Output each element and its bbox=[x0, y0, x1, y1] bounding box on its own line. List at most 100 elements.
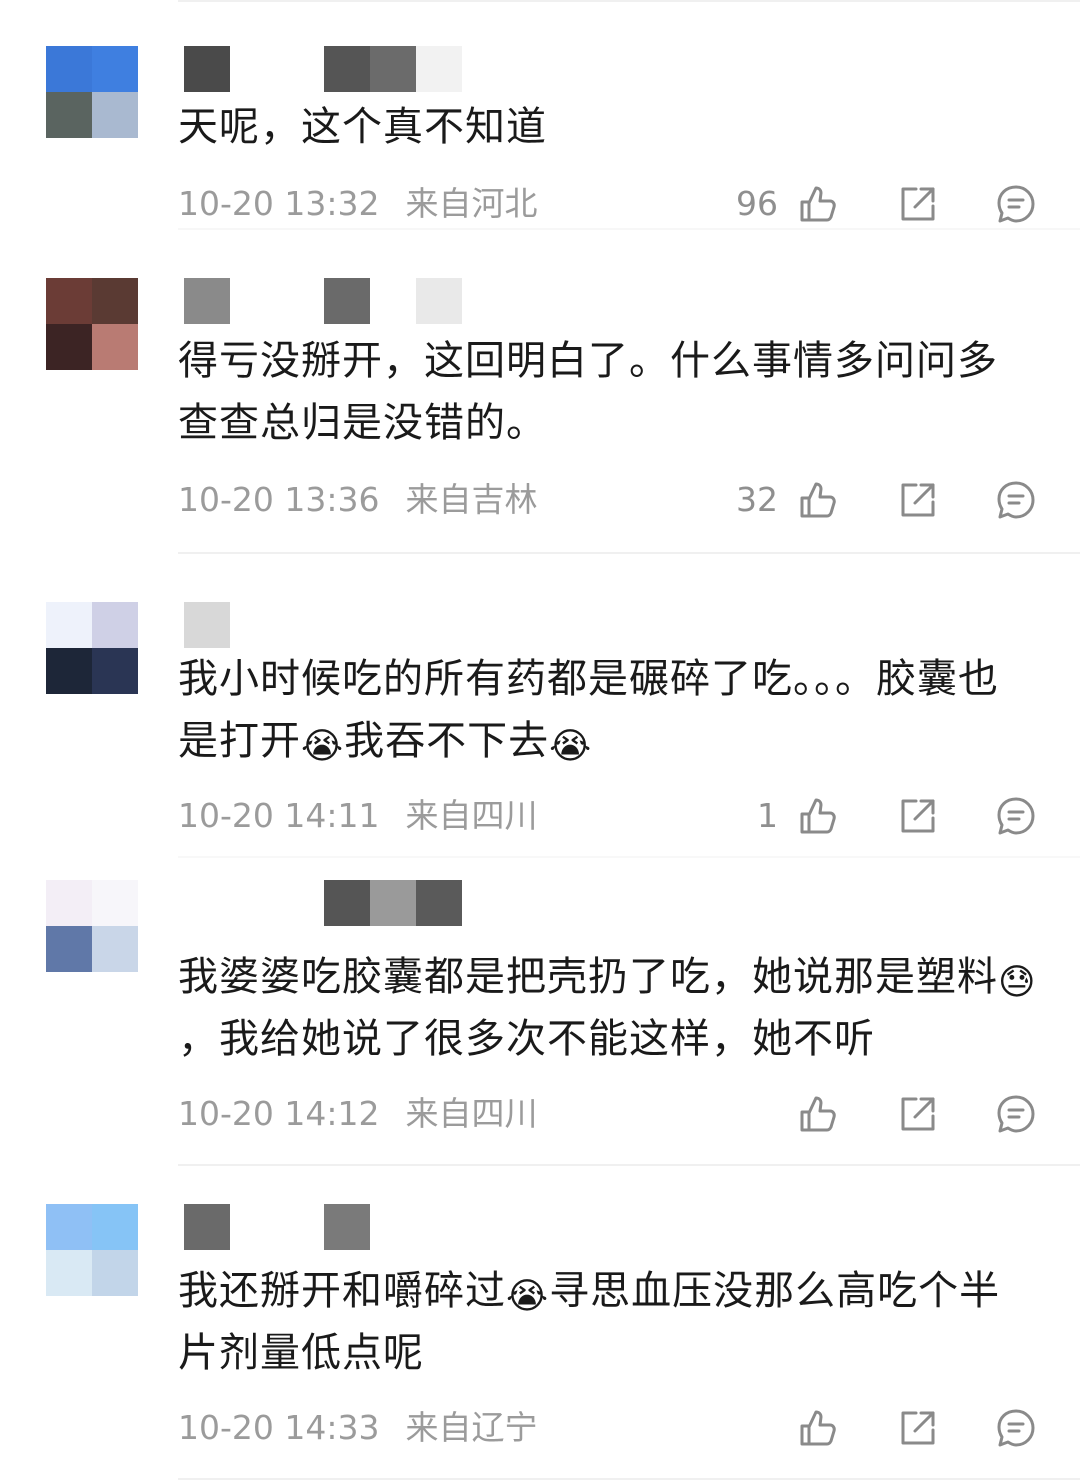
username[interactable] bbox=[184, 278, 484, 324]
comment-time: 10-20 14:12 bbox=[178, 1094, 380, 1133]
avatar-pixel bbox=[92, 602, 138, 648]
comment-time: 10-20 13:36 bbox=[178, 480, 380, 519]
avatar-pixel bbox=[46, 46, 92, 92]
avatar-pixel bbox=[46, 1250, 92, 1296]
username-mosaic-block bbox=[184, 46, 230, 92]
sweat-emoji-icon: 😓 bbox=[998, 962, 1037, 1003]
top-divider bbox=[178, 0, 1080, 2]
thumbs-up-icon[interactable] bbox=[796, 1092, 840, 1136]
avatar-pixel bbox=[92, 880, 138, 926]
thumbs-up-icon[interactable] bbox=[796, 1406, 840, 1450]
avatar-pixel bbox=[92, 1204, 138, 1250]
comment-text-part: 我婆婆吃胶囊都是把壳扔了吃，她说那是塑料 bbox=[178, 954, 998, 1000]
comment-location: 来自河北 bbox=[405, 184, 538, 223]
thumbs-up-icon[interactable] bbox=[796, 182, 840, 226]
avatar-pixel bbox=[46, 926, 92, 972]
comment-actions: 1 bbox=[700, 794, 1040, 838]
avatar-pixel bbox=[46, 602, 92, 648]
comment-text: 得亏没掰开，这回明白了。什么事情多问问多查查总归是没错的。 bbox=[178, 338, 998, 446]
avatar-pixel bbox=[92, 324, 138, 370]
username-mosaic-block bbox=[370, 602, 416, 648]
like-count: 1 bbox=[757, 796, 778, 835]
thumbs-up-icon[interactable] bbox=[796, 794, 840, 838]
username[interactable] bbox=[184, 880, 484, 926]
avatar[interactable] bbox=[46, 278, 138, 370]
comment-icon[interactable] bbox=[994, 794, 1038, 838]
share-icon[interactable] bbox=[896, 182, 940, 226]
username-mosaic-block bbox=[230, 1204, 276, 1250]
bottom-divider bbox=[178, 1478, 1080, 1480]
avatar-pixel bbox=[92, 92, 138, 138]
username-mosaic-block bbox=[416, 880, 462, 926]
username-mosaic-block bbox=[230, 46, 276, 92]
comment-text-part: 我吞不下去 bbox=[344, 718, 550, 764]
comment-actions bbox=[700, 1406, 1040, 1450]
avatar-pixel bbox=[92, 46, 138, 92]
username-mosaic-block bbox=[416, 1204, 462, 1250]
avatar[interactable] bbox=[46, 602, 138, 694]
avatar-pixel bbox=[92, 278, 138, 324]
comment-time: 10-20 13:32 bbox=[178, 184, 380, 223]
avatar-pixel bbox=[46, 880, 92, 926]
avatar-pixel bbox=[92, 648, 138, 694]
comment-icon[interactable] bbox=[994, 182, 1038, 226]
comment-actions: 32 bbox=[700, 478, 1040, 522]
crying-emoji-icon: 😭 bbox=[506, 1276, 550, 1317]
username[interactable] bbox=[184, 1204, 484, 1250]
comment-divider bbox=[178, 552, 1080, 554]
username-mosaic-block bbox=[416, 46, 462, 92]
username-mosaic-block bbox=[184, 602, 230, 648]
username-mosaic-block bbox=[324, 602, 370, 648]
username-mosaic-block bbox=[230, 602, 276, 648]
username-mosaic-block bbox=[370, 1204, 416, 1250]
comment-meta: 10-20 14:12 来自四川 bbox=[178, 1094, 537, 1134]
avatar-pixel bbox=[92, 1250, 138, 1296]
avatar[interactable] bbox=[46, 880, 138, 972]
comment-meta: 10-20 14:11 来自四川 bbox=[178, 796, 537, 836]
comment-divider bbox=[178, 856, 1080, 858]
comment-text: 我小时候吃的所有药都是碾碎了吃。。。胶囊也是打开😭我吞不下去😭 bbox=[178, 648, 1038, 772]
share-icon[interactable] bbox=[896, 1092, 940, 1136]
share-icon[interactable] bbox=[896, 1406, 940, 1450]
share-icon[interactable] bbox=[896, 794, 940, 838]
comment-text-part: ，我给她说了很多次不能这样，她不听 bbox=[178, 1016, 875, 1062]
avatar[interactable] bbox=[46, 46, 138, 138]
avatar-pixel bbox=[92, 926, 138, 972]
username-mosaic-block bbox=[324, 278, 370, 324]
comment-divider bbox=[178, 1164, 1080, 1166]
username[interactable] bbox=[184, 46, 484, 92]
comment-text: 我还掰开和嚼碎过😭寻思血压没那么高吃个半片剂量低点呢 bbox=[178, 1260, 1038, 1384]
comment-time: 10-20 14:11 bbox=[178, 796, 380, 835]
comment-location: 来自吉林 bbox=[405, 480, 538, 519]
comment-icon[interactable] bbox=[994, 1406, 1038, 1450]
comment-divider bbox=[178, 228, 1080, 230]
avatar-pixel bbox=[46, 324, 92, 370]
username[interactable] bbox=[184, 602, 484, 648]
comment-actions: 96 bbox=[700, 182, 1040, 226]
avatar-pixel bbox=[46, 648, 92, 694]
crying-emoji-icon: 😭 bbox=[549, 726, 593, 767]
username-mosaic-block bbox=[184, 880, 230, 926]
like-count: 96 bbox=[736, 184, 778, 223]
comment-icon[interactable] bbox=[994, 1092, 1038, 1136]
comment-text-part: 我还掰开和嚼碎过 bbox=[178, 1268, 506, 1314]
comment-icon[interactable] bbox=[994, 478, 1038, 522]
username-mosaic-block bbox=[370, 880, 416, 926]
crying-emoji-icon: 😭 bbox=[301, 726, 345, 767]
thumbs-up-icon[interactable] bbox=[796, 478, 840, 522]
avatar[interactable] bbox=[46, 1204, 138, 1296]
comment-actions bbox=[700, 1092, 1040, 1136]
comment-time: 10-20 14:33 bbox=[178, 1408, 380, 1447]
username-mosaic-block bbox=[416, 278, 462, 324]
comment-meta: 10-20 13:32 来自河北 bbox=[178, 184, 537, 224]
comment-text: 天呢，这个真不知道 bbox=[178, 104, 547, 150]
share-icon[interactable] bbox=[896, 478, 940, 522]
username-mosaic-block bbox=[184, 278, 230, 324]
username-mosaic-block bbox=[370, 46, 416, 92]
username-mosaic-block bbox=[230, 278, 276, 324]
username-mosaic-block bbox=[184, 1204, 230, 1250]
comment-location: 来自四川 bbox=[405, 796, 538, 835]
avatar-pixel bbox=[46, 278, 92, 324]
avatar-pixel bbox=[46, 1204, 92, 1250]
comment-location: 来自辽宁 bbox=[405, 1408, 538, 1447]
